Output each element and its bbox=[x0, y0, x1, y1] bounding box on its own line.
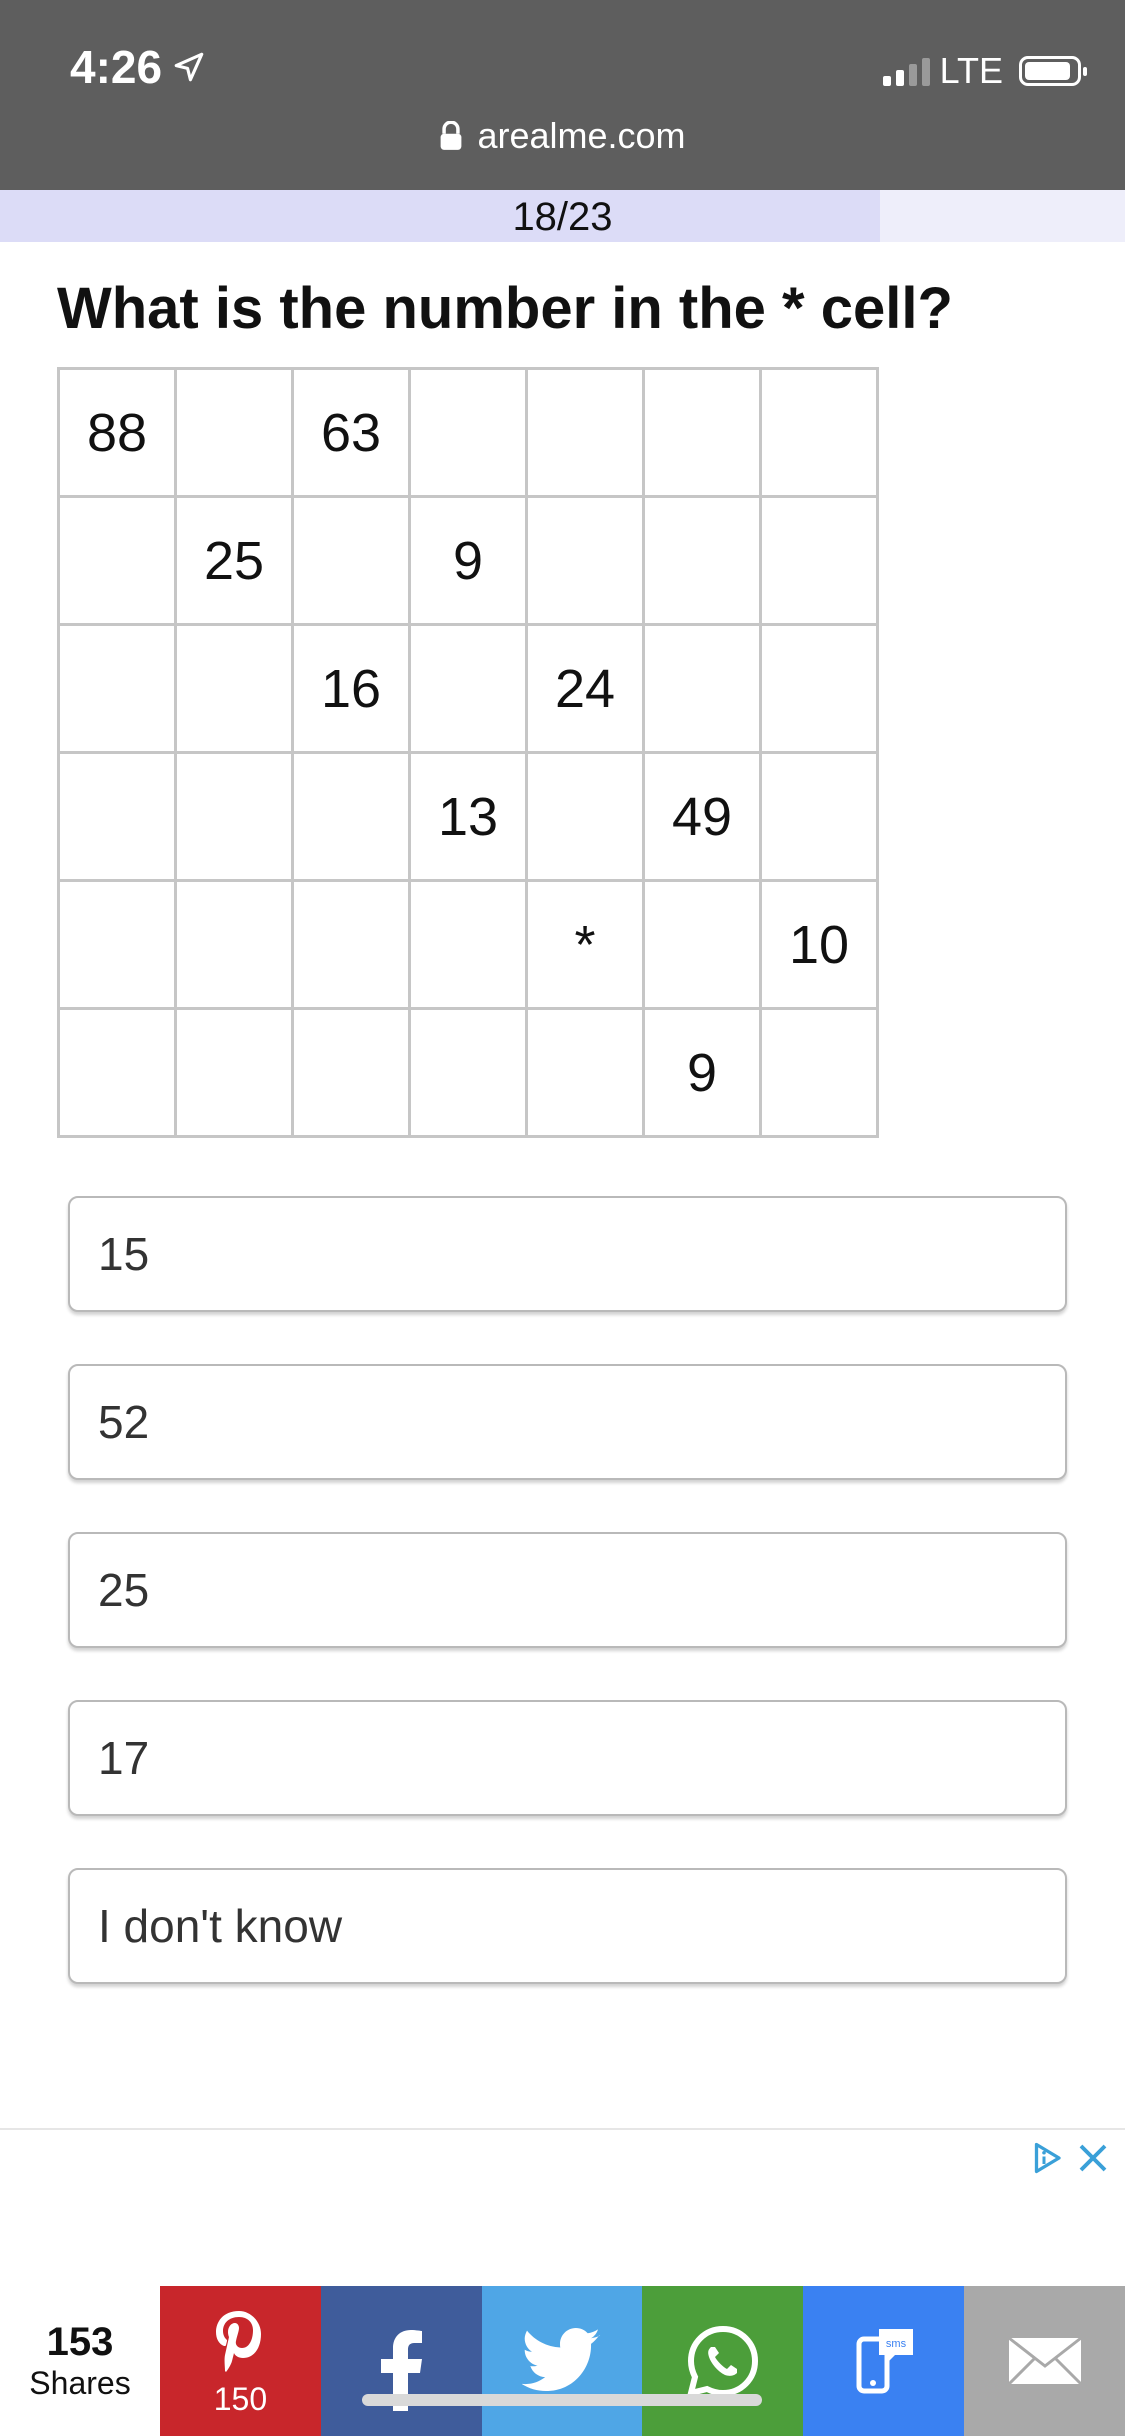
email-icon bbox=[1007, 2336, 1083, 2386]
grid-cell bbox=[57, 495, 177, 626]
number-grid: 88 63 25 9 16 24 13 49 * 10 9 bbox=[57, 367, 879, 1138]
network-label: LTE bbox=[939, 50, 1003, 91]
grid-cell: 88 bbox=[57, 367, 177, 498]
ad-banner[interactable] bbox=[0, 2128, 1125, 2290]
grid-row: 16 24 bbox=[57, 623, 879, 754]
whatsapp-icon bbox=[683, 2321, 763, 2401]
grid-cell bbox=[525, 367, 645, 498]
grid-cell bbox=[759, 751, 879, 882]
lock-icon bbox=[439, 121, 463, 151]
grid-cell bbox=[408, 367, 528, 498]
answer-option[interactable]: 17 bbox=[68, 1700, 1067, 1816]
svg-text:sms: sms bbox=[886, 2338, 907, 2350]
system-indicators: LTE bbox=[882, 50, 1087, 92]
grid-cell bbox=[642, 879, 762, 1010]
pinterest-icon bbox=[208, 2305, 272, 2377]
answer-list: 15 52 25 17 I don't know bbox=[68, 1196, 1067, 2036]
grid-cell bbox=[57, 751, 177, 882]
home-indicator[interactable] bbox=[362, 2394, 762, 2406]
grid-cell-target: * bbox=[525, 879, 645, 1010]
grid-cell: 49 bbox=[642, 751, 762, 882]
grid-cell bbox=[759, 367, 879, 498]
grid-cell bbox=[174, 1007, 294, 1138]
grid-cell: 9 bbox=[642, 1007, 762, 1138]
pinterest-share-button[interactable]: 150 bbox=[160, 2286, 321, 2436]
grid-row: 9 bbox=[57, 1007, 879, 1138]
grid-cell: 63 bbox=[291, 367, 411, 498]
grid-row: 25 9 bbox=[57, 495, 879, 626]
question-text: What is the number in the * cell? bbox=[57, 276, 953, 341]
grid-cell bbox=[291, 1007, 411, 1138]
signal-icon bbox=[882, 56, 930, 86]
sms-icon: sms bbox=[849, 2321, 919, 2401]
facebook-share-button[interactable] bbox=[320, 2286, 482, 2436]
share-label: Shares bbox=[29, 2365, 131, 2401]
status-time: 4:26 bbox=[70, 40, 206, 94]
grid-cell bbox=[525, 495, 645, 626]
adchoices-icon[interactable] bbox=[1029, 2140, 1065, 2176]
grid-cell: 24 bbox=[525, 623, 645, 754]
grid-cell bbox=[57, 1007, 177, 1138]
share-bar: 153 Shares 150 sms bbox=[0, 2286, 1125, 2436]
share-count: 153 Shares bbox=[0, 2286, 160, 2436]
grid-cell bbox=[57, 879, 177, 1010]
time-label: 4:26 bbox=[70, 41, 163, 93]
browser-header: 4:26 LTE arealme.com bbox=[0, 0, 1125, 190]
grid-cell bbox=[174, 751, 294, 882]
grid-cell bbox=[759, 623, 879, 754]
grid-cell: 10 bbox=[759, 879, 879, 1010]
url-text: arealme.com bbox=[477, 115, 686, 156]
grid-cell bbox=[408, 879, 528, 1010]
twitter-icon bbox=[522, 2328, 602, 2394]
grid-cell bbox=[174, 367, 294, 498]
grid-cell: 13 bbox=[408, 751, 528, 882]
close-icon[interactable] bbox=[1075, 2140, 1111, 2176]
grid-cell bbox=[642, 367, 762, 498]
grid-cell bbox=[408, 623, 528, 754]
answer-option[interactable]: 25 bbox=[68, 1532, 1067, 1648]
grid-cell bbox=[525, 1007, 645, 1138]
grid-row: * 10 bbox=[57, 879, 879, 1010]
grid-cell bbox=[174, 623, 294, 754]
grid-cell bbox=[291, 879, 411, 1010]
progress-label: 18/23 bbox=[512, 195, 613, 239]
grid-cell bbox=[291, 751, 411, 882]
answer-option[interactable]: 52 bbox=[68, 1364, 1067, 1480]
answer-option[interactable]: 15 bbox=[68, 1196, 1067, 1312]
grid-cell bbox=[174, 879, 294, 1010]
grid-cell bbox=[642, 623, 762, 754]
grid-row: 88 63 bbox=[57, 367, 879, 498]
location-arrow-icon bbox=[172, 50, 206, 84]
grid-cell bbox=[759, 1007, 879, 1138]
grid-cell bbox=[759, 495, 879, 626]
answer-option[interactable]: I don't know bbox=[68, 1868, 1067, 1984]
grid-row: 13 49 bbox=[57, 751, 879, 882]
grid-cell: 16 bbox=[291, 623, 411, 754]
grid-cell bbox=[525, 751, 645, 882]
grid-cell bbox=[408, 1007, 528, 1138]
address-bar[interactable]: arealme.com bbox=[0, 115, 1125, 157]
grid-cell bbox=[57, 623, 177, 754]
share-total: 153 bbox=[46, 2320, 114, 2364]
grid-cell bbox=[291, 495, 411, 626]
quiz-progress-bar: 18/23 bbox=[0, 190, 1125, 242]
battery-icon bbox=[1019, 56, 1087, 86]
email-share-button[interactable] bbox=[964, 2286, 1125, 2436]
grid-cell: 25 bbox=[174, 495, 294, 626]
pinterest-count: 150 bbox=[213, 2380, 268, 2417]
grid-cell bbox=[642, 495, 762, 626]
grid-cell: 9 bbox=[408, 495, 528, 626]
sms-share-button[interactable]: sms bbox=[803, 2286, 965, 2436]
twitter-share-button[interactable] bbox=[481, 2286, 643, 2436]
whatsapp-share-button[interactable] bbox=[642, 2286, 804, 2436]
